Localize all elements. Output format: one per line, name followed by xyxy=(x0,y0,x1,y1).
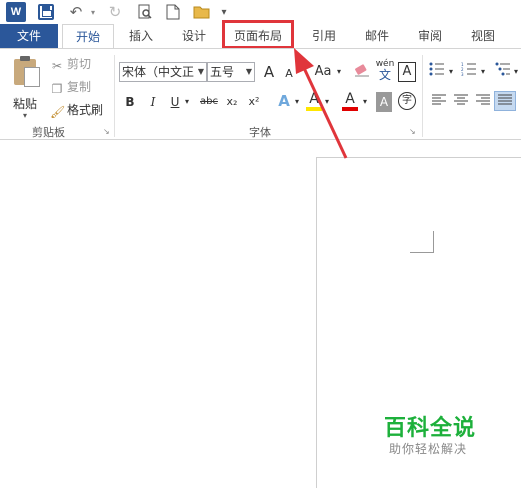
font-size-value: 五号 xyxy=(210,65,235,79)
grow-font-icon: A xyxy=(263,63,275,81)
font-size-combo[interactable]: 五号 ▼ xyxy=(207,62,255,82)
character-border-icon: A xyxy=(402,64,412,79)
paste-button[interactable]: 粘贴 ▾ xyxy=(6,55,46,120)
grow-font-button[interactable]: A xyxy=(260,62,278,82)
save-icon[interactable] xyxy=(38,4,54,20)
multilevel-list-dropdown-icon[interactable]: ▾ xyxy=(512,62,520,82)
bold-icon: B xyxy=(125,95,135,109)
undo-icon[interactable]: ↶ xyxy=(66,2,86,22)
paste-icon xyxy=(14,56,40,87)
underline-dropdown-icon[interactable]: ▾ xyxy=(182,92,192,112)
underline-button[interactable]: U xyxy=(168,92,182,112)
watermark-subtitle: 助你轻松解决 xyxy=(389,442,468,456)
bold-button[interactable]: B xyxy=(122,92,138,112)
font-launcher-icon[interactable]: ↘ xyxy=(409,127,416,136)
numbering-dropdown-icon[interactable]: ▾ xyxy=(478,62,488,82)
print-preview-icon[interactable] xyxy=(136,2,154,22)
tab-view[interactable]: 视图 xyxy=(462,24,504,48)
paste-label: 粘贴 xyxy=(13,97,38,111)
copy-label: 复制 xyxy=(67,80,92,94)
align-left-icon xyxy=(432,94,446,105)
superscript-icon: x² xyxy=(248,95,260,108)
tab-file[interactable]: 文件 xyxy=(0,24,58,48)
font-name-dropdown-icon: ▼ xyxy=(197,67,204,76)
clipboard-launcher-icon[interactable]: ↘ xyxy=(103,127,110,136)
tab-insert[interactable]: 插入 xyxy=(120,24,162,48)
subscript-icon: x₂ xyxy=(226,95,238,108)
paste-dropdown-icon: ▾ xyxy=(23,111,28,120)
numbering-button[interactable]: 123 xyxy=(460,62,478,82)
italic-button[interactable]: I xyxy=(145,92,161,112)
bullets-dropdown-icon[interactable]: ▾ xyxy=(446,62,456,82)
format-painter-button[interactable]: 🖌 格式刷 xyxy=(50,101,103,119)
format-painter-label: 格式刷 xyxy=(67,103,104,117)
group-separator xyxy=(114,55,115,137)
cut-label: 剪切 xyxy=(67,57,92,71)
watermark-title: 百科全说 xyxy=(384,416,477,441)
character-shading-icon: A xyxy=(379,95,389,109)
subscript-button[interactable]: x₂ xyxy=(223,92,241,112)
italic-icon: I xyxy=(150,95,156,109)
enclose-characters-button[interactable]: 字 xyxy=(398,92,416,110)
copy-icon: ❐ xyxy=(51,82,63,96)
tab-home[interactable]: 开始 xyxy=(62,24,114,49)
paintbrush-icon: 🖌 xyxy=(50,105,66,119)
ribbon-home: 粘贴 ▾ ✂ 剪切 ❐ 复制 🖌 格式刷 剪贴板 ↘ 宋体（中文正 ▼ 五号 ▼ A … xyxy=(0,48,521,140)
underline-icon: U xyxy=(170,95,180,109)
new-document-icon[interactable] xyxy=(164,2,182,22)
strikethrough-button[interactable]: abc xyxy=(198,92,220,112)
font-group-label: 字体 xyxy=(249,126,271,139)
clipboard-group-label: 剪贴板 xyxy=(32,126,65,139)
font-size-dropdown-icon: ▼ xyxy=(245,67,252,76)
annotation-arrow xyxy=(294,48,348,159)
customize-toolbar-icon[interactable]: ▾ xyxy=(219,2,229,22)
bullets-icon xyxy=(429,62,444,76)
font-name-value: 宋体（中文正 xyxy=(122,65,195,79)
cut-button[interactable]: ✂ 剪切 xyxy=(50,55,91,73)
copy-button[interactable]: ❐ 复制 xyxy=(50,78,91,96)
align-right-button[interactable] xyxy=(474,92,492,112)
open-folder-icon[interactable] xyxy=(192,2,212,22)
strikethrough-icon: abc xyxy=(200,96,218,107)
bullets-button[interactable] xyxy=(428,62,446,82)
redo-icon[interactable]: ↻ xyxy=(106,2,124,22)
align-center-button[interactable] xyxy=(452,92,470,112)
justify-icon xyxy=(498,94,512,105)
multilevel-list-icon xyxy=(495,62,510,76)
margin-corner-mark xyxy=(410,231,434,253)
align-center-icon xyxy=(454,94,468,105)
multilevel-list-button[interactable] xyxy=(494,62,512,82)
scissors-icon: ✂ xyxy=(51,59,63,73)
align-left-button[interactable] xyxy=(430,92,448,112)
group-separator xyxy=(422,55,423,137)
justify-button[interactable] xyxy=(494,91,516,111)
word-logo-icon[interactable]: W xyxy=(6,2,26,22)
enclose-characters-icon: 字 xyxy=(402,95,412,106)
svg-text:3: 3 xyxy=(461,72,464,76)
tab-review[interactable]: 审阅 xyxy=(409,24,451,48)
tab-design[interactable]: 设计 xyxy=(173,24,215,48)
undo-dropdown-icon[interactable]: ▾ xyxy=(88,2,98,22)
character-border-button[interactable]: A xyxy=(398,62,416,82)
numbering-icon: 123 xyxy=(461,62,476,77)
font-name-combo[interactable]: 宋体（中文正 ▼ xyxy=(119,62,207,82)
superscript-button[interactable]: x² xyxy=(245,92,263,112)
align-right-icon xyxy=(476,94,490,105)
